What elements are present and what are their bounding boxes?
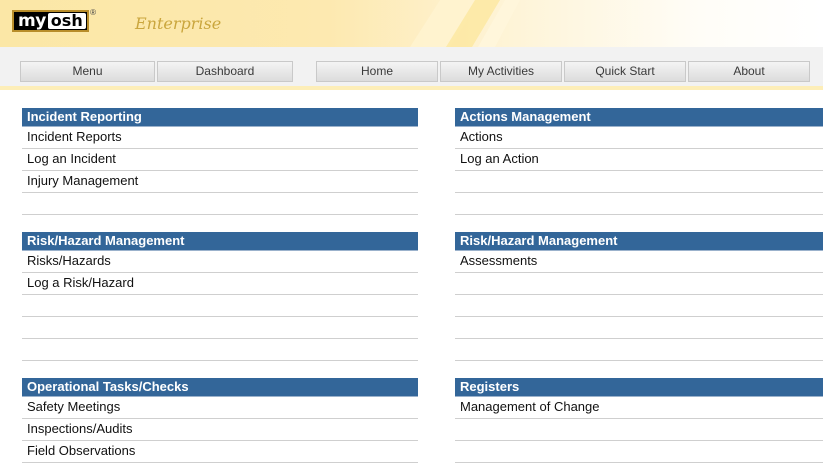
empty-row bbox=[455, 171, 823, 193]
menu-item-field-observations[interactable]: Field Observations bbox=[22, 441, 418, 463]
section-header: Incident Reporting bbox=[22, 108, 418, 127]
menu-item-risks-hazards[interactable]: Risks/Hazards bbox=[22, 251, 418, 273]
tab-dashboard[interactable]: Dashboard bbox=[157, 61, 293, 82]
empty-row bbox=[455, 273, 823, 295]
menu-item-incident-reports[interactable]: Incident Reports bbox=[22, 127, 418, 149]
empty-row bbox=[455, 441, 823, 463]
section-incident-reporting: Incident Reporting Incident Reports Log … bbox=[22, 108, 418, 215]
empty-row bbox=[455, 419, 823, 441]
tab-menu[interactable]: Menu bbox=[20, 61, 155, 82]
empty-row bbox=[22, 295, 418, 317]
menu-item-safety-meetings[interactable]: Safety Meetings bbox=[22, 397, 418, 419]
tab-quick-start[interactable]: Quick Start bbox=[564, 61, 686, 82]
empty-row bbox=[22, 317, 418, 339]
empty-row bbox=[455, 339, 823, 361]
tab-about[interactable]: About bbox=[688, 61, 810, 82]
section-registers: Registers Management of Change bbox=[455, 378, 823, 463]
tab-my-activities[interactable]: My Activities bbox=[440, 61, 562, 82]
empty-row bbox=[455, 295, 823, 317]
section-header: Registers bbox=[455, 378, 823, 397]
logo-registered-mark: ® bbox=[90, 8, 96, 17]
section-header: Actions Management bbox=[455, 108, 823, 127]
logo-text-my: my bbox=[18, 11, 46, 31]
tab-home[interactable]: Home bbox=[316, 61, 438, 82]
empty-row bbox=[22, 193, 418, 215]
section-operational-tasks: Operational Tasks/Checks Safety Meetings… bbox=[22, 378, 418, 463]
menu-item-log-action[interactable]: Log an Action bbox=[455, 149, 823, 171]
section-risk-hazard-assessments: Risk/Hazard Management Assessments bbox=[455, 232, 823, 361]
menu-item-actions[interactable]: Actions bbox=[455, 127, 823, 149]
myosh-logo: my osh ® bbox=[12, 8, 96, 32]
header-swoosh-graphic bbox=[410, 0, 520, 47]
section-risk-hazard-management: Risk/Hazard Management Risks/Hazards Log… bbox=[22, 232, 418, 361]
menu-item-injury-management[interactable]: Injury Management bbox=[22, 171, 418, 193]
nav-bar: Menu Dashboard Home My Activities Quick … bbox=[0, 47, 823, 90]
menu-item-assessments[interactable]: Assessments bbox=[455, 251, 823, 273]
menu-item-log-risk-hazard[interactable]: Log a Risk/Hazard bbox=[22, 273, 418, 295]
menu-item-inspections-audits[interactable]: Inspections/Audits bbox=[22, 419, 418, 441]
empty-row bbox=[455, 193, 823, 215]
menu-item-log-incident[interactable]: Log an Incident bbox=[22, 149, 418, 171]
section-header: Operational Tasks/Checks bbox=[22, 378, 418, 397]
section-header: Risk/Hazard Management bbox=[455, 232, 823, 251]
logo-text-osh: osh bbox=[47, 13, 86, 29]
menu-item-management-of-change[interactable]: Management of Change bbox=[455, 397, 823, 419]
empty-row bbox=[22, 339, 418, 361]
app-header: my osh ® Enterprise bbox=[0, 0, 823, 47]
section-header: Risk/Hazard Management bbox=[22, 232, 418, 251]
section-actions-management: Actions Management Actions Log an Action bbox=[455, 108, 823, 215]
edition-label: Enterprise bbox=[135, 14, 222, 33]
empty-row bbox=[455, 317, 823, 339]
